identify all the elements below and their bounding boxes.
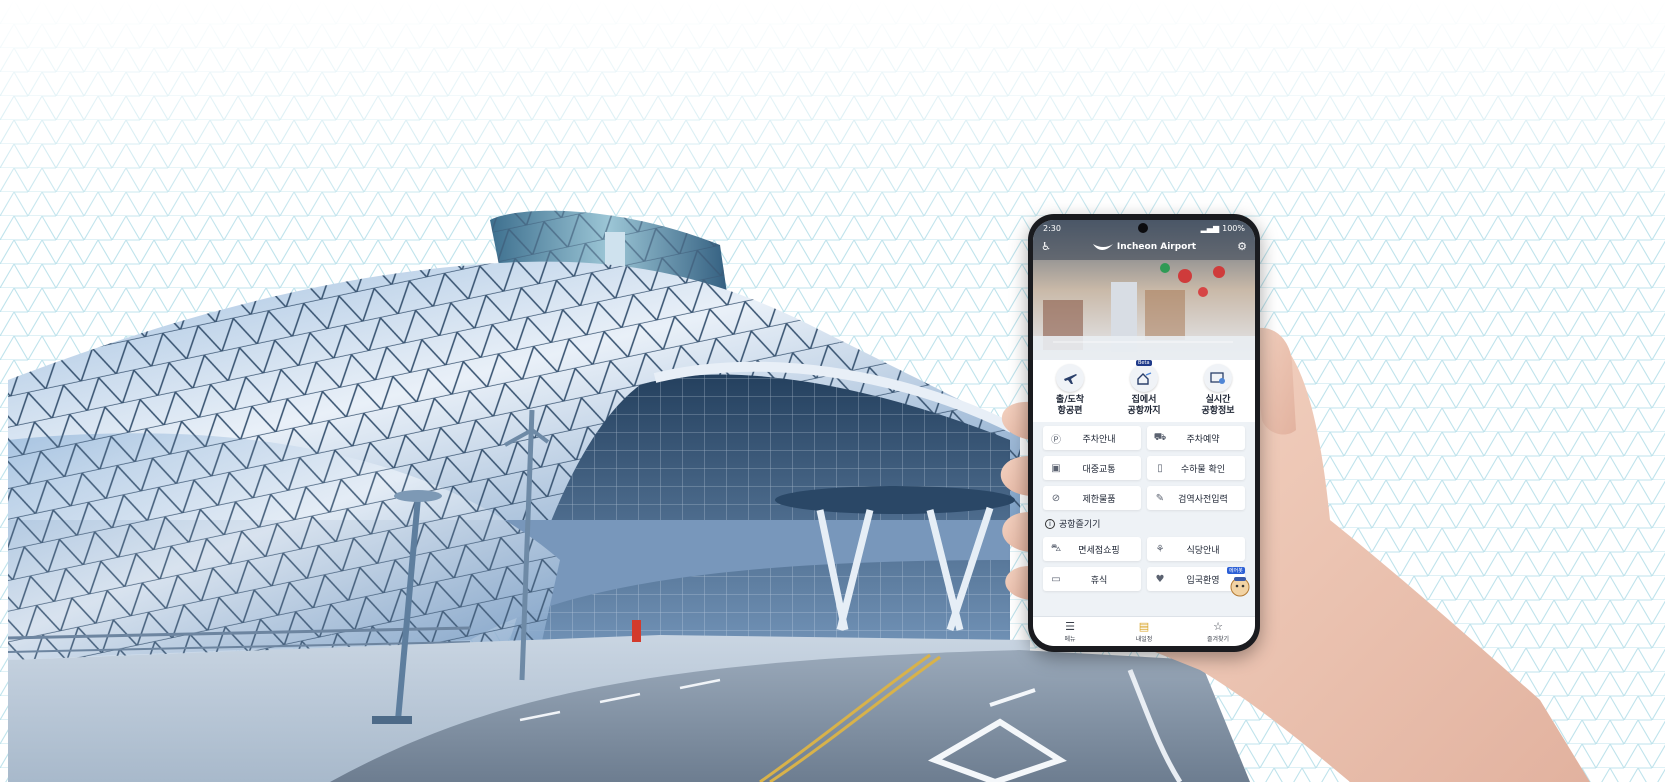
quick-menu-label: 집에서 공항까지 — [1127, 395, 1161, 416]
airplane-icon — [1056, 364, 1084, 392]
service-baggage-check[interactable]: ▯ 수하물 확인 — [1147, 456, 1245, 480]
bottom-tab-bar: ☰ 메뉴 ▤ 내일정 ☆ 즐겨찾기 — [1033, 616, 1255, 646]
quick-menu-label: 실시간 공항정보 — [1201, 395, 1235, 416]
quick-menu-flights[interactable]: 출/도착 항공편 — [1037, 360, 1103, 422]
restricted-icon: ⊘ — [1051, 492, 1061, 504]
tab-menu[interactable]: ☰ 메뉴 — [1040, 620, 1100, 643]
parking-icon: Ⓟ — [1051, 434, 1061, 446]
promo-banner: 2:30 ▂▄▆ 100% ♿ Incheon Airport ⚙ 출/도착 항… — [0, 0, 1665, 782]
settings-gear-icon[interactable]: ⚙ — [1235, 240, 1249, 254]
tab-favorites[interactable]: ☆ 즐겨찾기 — [1188, 620, 1248, 643]
enjoy-restaurants[interactable]: ⚘ 식당안내 — [1147, 537, 1245, 561]
enjoy-grid: ⛍ 면세점쇼핑 ⚘ 식당안내 ▭ 휴식 ♥ 입국환영 — [1043, 537, 1245, 591]
airport-logo-mark — [1092, 244, 1113, 250]
airbot-badge: 에어봇 — [1227, 567, 1245, 574]
smartphone-mockup: 2:30 ▂▄▆ 100% ♿ Incheon Airport ⚙ 출/도착 항… — [1028, 214, 1260, 652]
airbot-chatbot-icon[interactable] — [1229, 574, 1251, 600]
calendar-icon: ▤ — [1138, 620, 1150, 633]
front-camera — [1138, 223, 1148, 233]
app-screen: 2:30 ▂▄▆ 100% ♿ Incheon Airport ⚙ 출/도착 항… — [1033, 220, 1255, 646]
car-icon: ⛟ — [1153, 431, 1167, 443]
enjoy-section-header: i 공항즐기기 — [1045, 517, 1100, 530]
beta-badge: Beta — [1136, 360, 1152, 366]
quick-menu-realtime-info[interactable]: 실시간 공항정보 — [1185, 360, 1251, 422]
service-grid: Ⓟ 주차안내 ⛟ 주차예약 ▣ 대중교통 ▯ 수하물 확인 ⊘ 제한물품 ✎ 검… — [1043, 426, 1245, 510]
quick-menu-label: 출/도착 항공편 — [1055, 395, 1085, 416]
realtime-info-icon — [1204, 364, 1232, 392]
accessibility-icon[interactable]: ♿ — [1039, 240, 1053, 254]
tab-my-schedule[interactable]: ▤ 내일정 — [1114, 620, 1174, 643]
quick-menu: 출/도착 항공편 Beta 집에서 공항까지 실시간 공항정보 — [1033, 360, 1255, 422]
app-logo[interactable]: Incheon Airport — [1092, 242, 1196, 252]
service-restricted-items[interactable]: ⊘ 제한물품 — [1043, 486, 1141, 510]
status-time: 2:30 — [1043, 223, 1061, 233]
enjoy-section-title: 공항즐기기 — [1059, 520, 1101, 530]
quick-menu-home-to-airport[interactable]: Beta 집에서 공항까지 — [1111, 360, 1177, 422]
restaurant-icon: ⚘ — [1155, 543, 1165, 555]
signal-icon: ▂▄▆ — [1200, 223, 1220, 233]
welcome-icon: ♥ — [1155, 573, 1165, 585]
app-header: ♿ Incheon Airport ⚙ — [1033, 236, 1255, 258]
app-logo-text: Incheon Airport — [1116, 242, 1197, 252]
service-parking-reservation[interactable]: ⛟ 주차예약 — [1147, 426, 1245, 450]
hand-illustration — [1000, 327, 1590, 782]
quarantine-icon: ✎ — [1155, 492, 1165, 504]
shopping-cart-icon: ⛍ — [1050, 542, 1062, 554]
baggage-icon: ▯ — [1157, 462, 1163, 474]
star-icon: ☆ — [1213, 620, 1223, 633]
info-icon: i — [1045, 518, 1055, 529]
enjoy-duty-free[interactable]: ⛍ 면세점쇼핑 — [1043, 537, 1141, 561]
menu-icon: ☰ — [1065, 620, 1075, 633]
service-quarantine-entry[interactable]: ✎ 검역사전입력 — [1147, 486, 1245, 510]
home-to-airport-icon: Beta — [1130, 360, 1158, 392]
bus-icon: ▣ — [1051, 462, 1061, 474]
service-parking-info[interactable]: Ⓟ 주차안내 — [1043, 426, 1141, 450]
battery-level: 100% — [1222, 223, 1245, 233]
rest-icon: ▭ — [1051, 573, 1061, 585]
enjoy-rest[interactable]: ▭ 휴식 — [1043, 567, 1141, 591]
service-public-transport[interactable]: ▣ 대중교통 — [1043, 456, 1141, 480]
